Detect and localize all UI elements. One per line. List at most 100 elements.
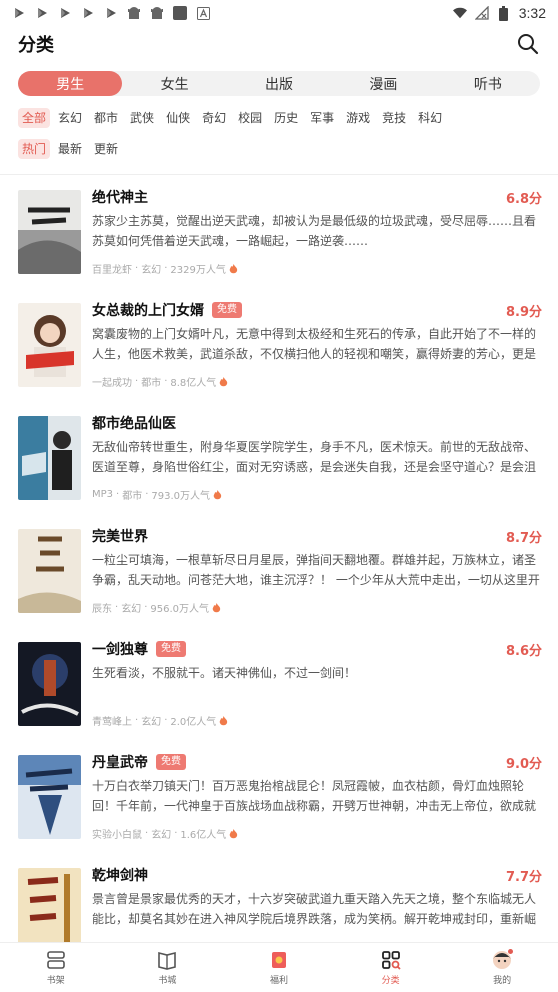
book-item[interactable]: 丹皇武帝 免费 9.0分 十万白衣举刀镇天门！百万恶鬼抬棺战昆仑！凤冠霞帔，血衣… bbox=[0, 740, 558, 853]
bottom-nav: 书架 书城 福利 分类 我的 bbox=[0, 942, 558, 992]
filter-campus[interactable]: 校园 bbox=[234, 108, 266, 128]
filter-urban[interactable]: 都市 bbox=[90, 108, 122, 128]
book-description: 无敌仙帝转世重生，附身华夏医学院学生，身手不凡，医术惊天。前世的无敌战帝、医道至… bbox=[92, 440, 537, 474]
book-title: 绝代神主 bbox=[92, 190, 148, 206]
book-title: 乾坤剑神 bbox=[92, 868, 148, 884]
book-category: 都市 bbox=[122, 491, 143, 502]
filter-xianxia[interactable]: 仙侠 bbox=[162, 108, 194, 128]
nav-welfare[interactable]: 福利 bbox=[223, 943, 335, 992]
book-title: 完美世界 bbox=[92, 529, 148, 545]
sort-newest[interactable]: 最新 bbox=[54, 139, 86, 159]
book-author: 一起成功 bbox=[92, 378, 132, 389]
battery-icon bbox=[497, 5, 511, 21]
book-description: 苏家少主苏莫，觉醒出逆天武魂，却被认为是最低级的垃圾武魂，受尽屈辱……且看苏莫如… bbox=[92, 214, 537, 248]
android-icon bbox=[127, 6, 141, 20]
play-icon bbox=[35, 6, 49, 20]
sort-hot[interactable]: 热门 bbox=[18, 139, 51, 159]
filter-sports[interactable]: 竞技 bbox=[378, 108, 410, 128]
fire-icon bbox=[213, 489, 222, 499]
sort-updated[interactable]: 更新 bbox=[90, 139, 122, 159]
book-author: 辰东 bbox=[92, 604, 112, 615]
android-icon bbox=[150, 6, 164, 20]
signal-off-icon bbox=[474, 6, 489, 20]
book-item[interactable]: 乾坤剑神 7.7分 景言曾是景家最优秀的天才，十六岁突破武道九重天踏入先天之境，… bbox=[0, 853, 558, 942]
book-cover bbox=[18, 416, 81, 500]
book-meta: MP3 · 都市 · 793.0万人气 bbox=[92, 487, 222, 502]
book-title: 都市绝品仙医 bbox=[92, 416, 176, 432]
book-item[interactable]: 一剑独尊 免费 8.6分 生死看淡，不服就干。诸天神佛仙，不过一剑间！ 青莺峰上… bbox=[0, 627, 558, 740]
tab-published[interactable]: 出版 bbox=[227, 71, 331, 96]
book-meta: 实验小白鼠 · 玄幻 · 1.6亿人气 bbox=[92, 826, 238, 841]
search-button[interactable] bbox=[516, 32, 540, 56]
book-rating: 6.8分 bbox=[505, 191, 542, 207]
play-icon bbox=[104, 6, 118, 20]
category-filters: 全部 玄幻 都市 武侠 仙侠 奇幻 校园 历史 军事 游戏 竞技 科幻 bbox=[18, 108, 446, 128]
filter-fantasy[interactable]: 奇幻 bbox=[198, 108, 230, 128]
gender-tabs: 男生 女生 出版 漫画 听书 bbox=[18, 71, 540, 96]
book-popularity: 956.0万人气 bbox=[150, 604, 210, 615]
status-bar: 3:32 bbox=[0, 0, 558, 26]
bookshelf-icon bbox=[45, 949, 67, 971]
tab-male[interactable]: 男生 bbox=[18, 71, 123, 96]
fire-icon bbox=[220, 376, 228, 386]
book-category: 玄幻 bbox=[151, 830, 172, 841]
book-rating: 8.7分 bbox=[505, 530, 542, 546]
fire-icon bbox=[212, 602, 221, 612]
a-letter-icon bbox=[196, 6, 210, 20]
book-title: 女总裁的上门女婿 bbox=[92, 303, 204, 319]
book-author: 实验小白鼠 bbox=[92, 830, 142, 841]
book-item[interactable]: 女总裁的上门女婿 免费 8.9分 窝囊废物的上门女婿叶凡，无意中得到太极经和生死… bbox=[0, 288, 558, 401]
book-rating: 8.9分 bbox=[505, 304, 542, 320]
book-cover bbox=[18, 303, 81, 387]
book-popularity: 2.0亿人气 bbox=[170, 717, 217, 728]
book-popularity: 8.8亿人气 bbox=[170, 378, 217, 389]
nav-label: 福利 bbox=[269, 976, 288, 986]
book-description: 生死看淡，不服就干。诸天神佛仙，不过一剑间！ bbox=[92, 666, 357, 680]
book-description: 窝囊废物的上门女婿叶凡，无意中得到太极经和生死石的传承，自此开始了不一样的人生，… bbox=[92, 327, 537, 361]
fire-icon bbox=[220, 715, 228, 725]
book-author: 百里龙虾 bbox=[92, 265, 132, 276]
book-item[interactable]: 完美世界 8.7分 一粒尘可填海，一根草斩尽日月星辰，弹指间天翻地覆。群雄并起，… bbox=[0, 514, 558, 627]
filter-games[interactable]: 游戏 bbox=[342, 108, 374, 128]
book-cover bbox=[18, 868, 81, 942]
book-author: 青莺峰上 bbox=[92, 717, 132, 728]
book-popularity: 1.6亿人气 bbox=[180, 830, 227, 841]
page-title: 分类 bbox=[18, 35, 54, 56]
free-badge: 免费 bbox=[156, 641, 186, 657]
fire-icon bbox=[229, 263, 238, 273]
fire-icon bbox=[230, 828, 238, 838]
book-description: 景言曾是景家最优秀的天才，十六岁突破武道九重天踏入先天之境，整个东临城无人能比，… bbox=[92, 892, 537, 926]
filter-military[interactable]: 军事 bbox=[306, 108, 338, 128]
book-popularity: 2329万人气 bbox=[170, 265, 226, 276]
book-category: 玄幻 bbox=[141, 717, 162, 728]
book-category: 都市 bbox=[141, 378, 162, 389]
nav-profile[interactable]: 我的 bbox=[446, 943, 558, 992]
nav-book-city[interactable]: 书城 bbox=[112, 943, 224, 992]
filter-scifi[interactable]: 科幻 bbox=[414, 108, 446, 128]
book-item[interactable]: 都市绝品仙医 无敌仙帝转世重生，附身华夏医学院学生，身手不凡，医术惊天。前世的无… bbox=[0, 401, 558, 514]
book-description: 十万白衣举刀镇天门！百万恶鬼抬棺战昆仑！凤冠霞帔，血衣枯颜，骨灯血烛照轮回！千年… bbox=[92, 779, 537, 813]
filter-wuxia[interactable]: 武侠 bbox=[126, 108, 158, 128]
book-list: 绝代神主 6.8分 苏家少主苏莫，觉醒出逆天武魂，却被认为是最低级的垃圾武魂，受… bbox=[0, 175, 558, 942]
tab-audiobooks[interactable]: 听书 bbox=[436, 71, 540, 96]
filter-history[interactable]: 历史 bbox=[270, 108, 302, 128]
book-cover bbox=[18, 190, 81, 274]
tab-comics[interactable]: 漫画 bbox=[331, 71, 435, 96]
book-meta: 辰东 · 玄幻 · 956.0万人气 bbox=[92, 600, 221, 615]
book-cover bbox=[18, 529, 81, 613]
book-category: 玄幻 bbox=[141, 265, 162, 276]
nav-label: 书城 bbox=[158, 976, 177, 986]
book-cover bbox=[18, 642, 81, 726]
nav-label: 分类 bbox=[381, 976, 400, 986]
filter-all[interactable]: 全部 bbox=[18, 108, 51, 128]
tab-female[interactable]: 女生 bbox=[122, 71, 226, 96]
play-icon bbox=[58, 6, 72, 20]
clock: 3:32 bbox=[518, 5, 546, 21]
nav-category[interactable]: 分类 bbox=[335, 943, 447, 992]
book-item[interactable]: 绝代神主 6.8分 苏家少主苏莫，觉醒出逆天武魂，却被认为是最低级的垃圾武魂，受… bbox=[0, 175, 558, 288]
nav-bookshelf[interactable]: 书架 bbox=[0, 943, 112, 992]
book-title: 一剑独尊 bbox=[92, 642, 148, 658]
filter-xuanhuan[interactable]: 玄幻 bbox=[54, 108, 86, 128]
app-header: 分类 bbox=[0, 26, 558, 62]
book-rating: 8.6分 bbox=[505, 643, 542, 659]
